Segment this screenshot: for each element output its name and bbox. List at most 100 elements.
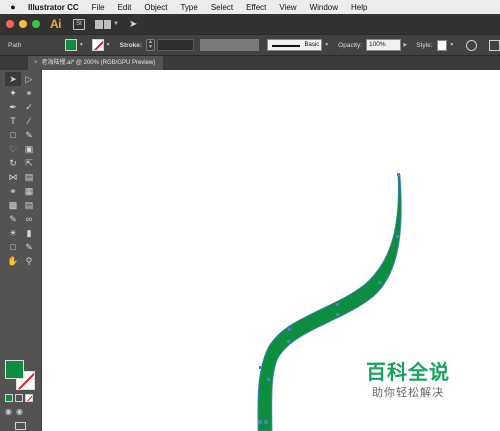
width-tool-icon[interactable]: ⋈ xyxy=(5,170,21,184)
document-tab[interactable]: × 老海陆慢.ai* @ 200% (RGB/GPU Preview) xyxy=(28,56,164,70)
gradient-tool-icon[interactable]: ▤ xyxy=(21,198,37,212)
scale-tool-icon[interactable]: ⇱ xyxy=(21,156,37,170)
stroke-swatch[interactable] xyxy=(91,39,104,51)
bridge-icon[interactable]: St xyxy=(73,18,85,30)
chevron-right-icon[interactable]: ▶ xyxy=(403,42,407,48)
fill-color-box[interactable] xyxy=(5,360,24,379)
none-mode-button[interactable] xyxy=(25,394,33,402)
mesh-tool-icon[interactable]: ▩ xyxy=(5,198,21,212)
symbol-sprayer-tool-icon[interactable]: ☀ xyxy=(5,226,21,240)
anchor-point[interactable] xyxy=(264,420,268,424)
eyedropper-tool-icon[interactable]: ✎ xyxy=(5,212,21,226)
column-graph-tool-icon[interactable]: ▮ xyxy=(21,226,37,240)
brush-preview xyxy=(272,45,301,47)
magic-wand-tool-icon[interactable]: ✦ xyxy=(5,86,21,100)
window-controls xyxy=(6,20,40,28)
brush-definition-select[interactable]: Basic xyxy=(267,39,323,51)
minimize-window-button[interactable] xyxy=(19,20,27,28)
rotate-tool-icon[interactable]: ↻ xyxy=(5,156,21,170)
blend-tool-icon[interactable]: ∞ xyxy=(21,212,37,226)
free-transform-tool-icon[interactable]: ▤ xyxy=(21,170,37,184)
fill-stroke-widget xyxy=(5,360,39,394)
anchor-point[interactable] xyxy=(287,340,290,343)
brush-label: Basic xyxy=(304,42,320,48)
stroke-weight-stepper[interactable]: ▲ ▼ xyxy=(146,39,155,51)
recolor-artwork-icon[interactable] xyxy=(466,39,478,51)
selection-tool-icon[interactable]: ➤ xyxy=(5,72,21,86)
graphic-style-swatch[interactable] xyxy=(436,39,448,51)
type-tool-icon[interactable]: T xyxy=(5,114,21,128)
anchor-point[interactable] xyxy=(336,303,339,306)
anchor-point[interactable] xyxy=(396,235,399,238)
menu-view[interactable]: View xyxy=(279,3,296,12)
anchor-point[interactable] xyxy=(258,420,262,424)
slice-tool-icon[interactable]: ✎ xyxy=(21,240,37,254)
style-label: Style: xyxy=(416,41,433,49)
screen-mode-icon[interactable] xyxy=(15,422,26,430)
watermark-title: 百科全说 xyxy=(366,360,450,384)
illustrator-window: ● Illustrator CC File Edit Object Type S… xyxy=(0,0,500,431)
gpu-performance-icon[interactable]: ➤ xyxy=(129,19,137,30)
close-icon[interactable]: × xyxy=(34,60,38,66)
arrange-documents-icon[interactable] xyxy=(95,19,111,29)
anchor-point[interactable] xyxy=(397,173,400,176)
zoom-tool-icon[interactable]: ⚲ xyxy=(21,254,37,268)
opacity-label[interactable]: Opacity: xyxy=(338,42,362,49)
control-bar: Path ▼ ▼ Stroke: ▲ ▼ Basic ▼ Opacity: 100… xyxy=(0,34,500,56)
color-mode-buttons xyxy=(5,394,33,402)
lasso-tool-icon[interactable]: ⚭ xyxy=(21,86,37,100)
chevron-down-icon[interactable]: ▼ xyxy=(113,21,119,27)
menu-edit[interactable]: Edit xyxy=(118,3,132,12)
stroke-label[interactable]: Stroke: xyxy=(120,42,142,49)
curvature-tool-icon[interactable]: ✓ xyxy=(21,100,37,114)
align-icon[interactable] xyxy=(489,39,500,51)
menu-help[interactable]: Help xyxy=(351,3,367,12)
draw-modes: ◉ ◉ xyxy=(5,407,23,416)
hand-tool-icon[interactable]: ✋ xyxy=(5,254,21,268)
anchor-point[interactable] xyxy=(378,281,381,284)
line-tool-icon[interactable]: ∕ xyxy=(21,114,37,128)
rectangle-tool-icon[interactable]: □ xyxy=(5,128,21,142)
eraser-tool-icon[interactable]: ▣ xyxy=(21,142,37,156)
gradient-mode-button[interactable] xyxy=(15,394,23,402)
chevron-down-icon[interactable]: ▼ xyxy=(449,42,454,48)
chevron-down-icon[interactable]: ▼ xyxy=(79,42,84,48)
menu-window[interactable]: Window xyxy=(310,3,338,12)
perspective-grid-tool-icon[interactable]: ▦ xyxy=(21,184,37,198)
app-bar: Ai St ▼ ➤ xyxy=(0,14,500,34)
menu-bar: ● Illustrator CC File Edit Object Type S… xyxy=(0,0,500,14)
chevron-down-icon[interactable]: ▼ xyxy=(324,42,329,48)
paintbrush-tool-icon[interactable]: ✎ xyxy=(21,128,37,142)
draw-normal-icon[interactable]: ◉ xyxy=(5,407,12,416)
menu-object[interactable]: Object xyxy=(144,3,167,12)
menu-select[interactable]: Select xyxy=(211,3,233,12)
anchor-point[interactable] xyxy=(267,378,270,381)
artboard-tool-icon[interactable]: □ xyxy=(5,240,21,254)
anchor-point[interactable] xyxy=(259,366,262,369)
chevron-down-icon[interactable]: ▼ xyxy=(106,42,111,48)
zoom-window-button[interactable] xyxy=(32,20,40,28)
tools-panel: ➤ ▷ ✦ ⚭ ✒ ✓ T ∕ □ ✎ ♡ ▣ ↻ ⇱ ⋈ ▤ ⚭ ▦ ▩ ▤ … xyxy=(0,70,42,431)
direct-selection-tool-icon[interactable]: ▷ xyxy=(21,72,37,86)
document-tabs: × 老海陆慢.ai* @ 200% (RGB/GPU Preview) xyxy=(0,56,500,70)
opacity-field[interactable]: 100% xyxy=(366,39,402,51)
menu-file[interactable]: File xyxy=(92,3,105,12)
apple-icon[interactable]: ● xyxy=(8,0,18,14)
variable-width-profile[interactable] xyxy=(200,39,260,51)
draw-behind-icon[interactable]: ◉ xyxy=(16,407,23,416)
color-mode-button[interactable] xyxy=(5,394,13,402)
app-menu[interactable]: Illustrator CC xyxy=(28,3,79,12)
shape-builder-tool-icon[interactable]: ⚭ xyxy=(5,184,21,198)
menu-type[interactable]: Type xyxy=(180,3,197,12)
menu-effect[interactable]: Effect xyxy=(246,3,266,12)
stroke-weight-field[interactable] xyxy=(156,39,195,51)
fill-swatch[interactable] xyxy=(65,39,77,51)
close-window-button[interactable] xyxy=(6,20,14,28)
anchor-point[interactable] xyxy=(288,328,291,331)
shaper-tool-icon[interactable]: ♡ xyxy=(5,142,21,156)
ai-logo: Ai xyxy=(50,17,62,31)
anchor-point[interactable] xyxy=(336,313,339,316)
document-title: 老海陆慢.ai* @ 200% (RGB/GPU Preview) xyxy=(41,60,156,66)
pen-tool-icon[interactable]: ✒ xyxy=(5,100,21,114)
watermark-subtitle: 助你轻松解决 xyxy=(372,386,444,399)
